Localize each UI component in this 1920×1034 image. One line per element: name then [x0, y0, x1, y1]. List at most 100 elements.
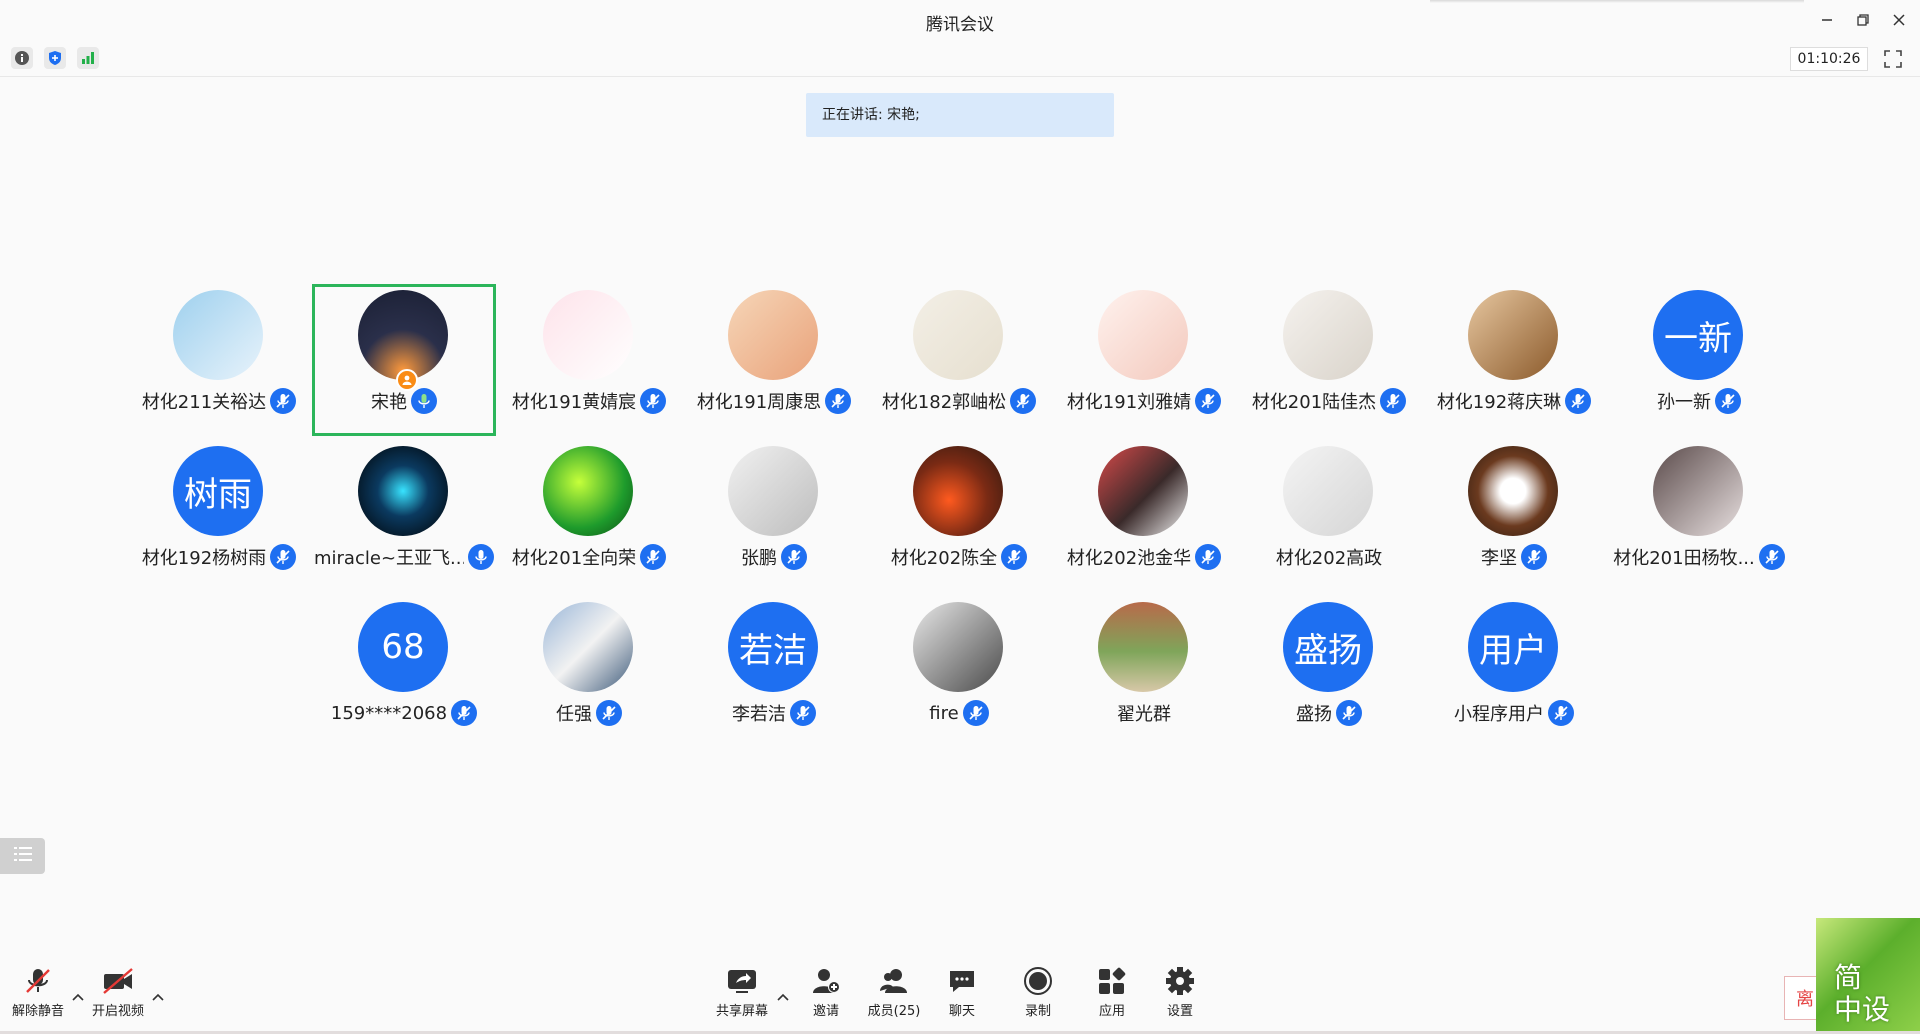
- participant-name-row: 小程序用户: [1422, 700, 1606, 726]
- apps-icon: [1095, 964, 1129, 998]
- speaking-banner: 正在讲话: 宋艳;: [806, 93, 1114, 137]
- participant-name: 小程序用户: [1454, 704, 1544, 725]
- participant-name: 材化201全向荣: [511, 548, 637, 569]
- participant-name-row: 材化202陈全: [867, 544, 1051, 570]
- mic-muted-icon: [1565, 388, 1592, 414]
- participant-tile[interactable]: 材化202陈全: [867, 440, 1051, 592]
- participant-tile[interactable]: 翟光群: [1052, 596, 1236, 748]
- participant-tile[interactable]: 树雨 材化192杨树雨: [127, 440, 311, 592]
- restore-icon[interactable]: [1848, 8, 1878, 32]
- start-video-button[interactable]: 开启视频: [90, 964, 146, 1019]
- minimize-icon[interactable]: [1812, 8, 1842, 32]
- participant-name: 材化211关裕达: [141, 392, 267, 413]
- participant-tile[interactable]: 用户 小程序用户: [1422, 596, 1606, 748]
- participant-name: 材化191黄婧宸: [511, 392, 637, 413]
- participant-tile[interactable]: miracle~王亚飞...: [312, 440, 496, 592]
- members-label: 成员(25): [867, 1004, 921, 1019]
- participant-tile[interactable]: 张鹏: [682, 440, 866, 592]
- chat-label: 聊天: [948, 1004, 975, 1019]
- share-screen-label: 共享屏幕: [715, 1004, 768, 1019]
- participant-name-row: 材化202高政: [1237, 544, 1421, 570]
- avatar-initials: 一新: [1664, 318, 1732, 359]
- participant-name-row: 159****2068: [312, 700, 496, 726]
- participant-name: 任强: [556, 704, 592, 725]
- participant-tile[interactable]: 材化202高政: [1237, 440, 1421, 592]
- participant-tile[interactable]: 材化192蒋庆琳: [1422, 284, 1606, 436]
- mic-muted-icon: [825, 388, 852, 414]
- gear-icon: [1163, 964, 1197, 998]
- participant-name-row: 盛扬: [1237, 700, 1421, 726]
- mic-muted-icon: [640, 544, 667, 570]
- participant-tile[interactable]: 68 159****2068: [312, 596, 496, 748]
- mic-off-icon: [21, 964, 55, 998]
- avatar: [913, 446, 1003, 536]
- invite-button[interactable]: 邀请: [806, 964, 846, 1019]
- participant-name: fire: [929, 702, 959, 724]
- participant-tile[interactable]: 一新孙一新: [1607, 284, 1791, 436]
- fullscreen-icon[interactable]: [1882, 48, 1904, 70]
- participant-tile[interactable]: 材化201全向荣: [497, 440, 681, 592]
- avatar-initials: 若洁: [739, 630, 807, 671]
- participant-name-row: 材化201陆佳杰: [1237, 388, 1421, 414]
- participant-tile[interactable]: 任强: [497, 596, 681, 748]
- apps-button[interactable]: 应用: [1092, 964, 1132, 1019]
- participant-tile[interactable]: 材化201田杨牧...: [1607, 440, 1791, 592]
- settings-button[interactable]: 设置: [1160, 964, 1200, 1019]
- participant-name: 材化202高政: [1275, 548, 1383, 569]
- shield-icon[interactable]: [44, 47, 66, 69]
- participant-tile[interactable]: 材化202池金华: [1052, 440, 1236, 592]
- participant-name-row: 任强: [497, 700, 681, 726]
- participant-list-toggle[interactable]: [0, 838, 45, 874]
- mic-muted-icon: [1336, 700, 1362, 726]
- mic-muted-icon: [596, 700, 622, 726]
- audio-options-chevron-up-icon[interactable]: [71, 990, 85, 1004]
- participant-tile[interactable]: 材化191周康思: [682, 284, 866, 436]
- participant-name: 材化192杨树雨: [141, 548, 267, 569]
- record-button[interactable]: 录制: [1018, 964, 1058, 1019]
- avatar-initials: 盛扬: [1294, 630, 1362, 671]
- window-shadow: [1430, 0, 1804, 3]
- close-icon[interactable]: [1884, 8, 1914, 32]
- mic-muted-icon: [1548, 700, 1574, 726]
- participant-tile[interactable]: 材化211关裕达: [127, 284, 311, 436]
- participant-name-row: 材化201田杨牧...: [1607, 544, 1791, 570]
- participant-tile[interactable]: 材化182郭岫松: [867, 284, 1051, 436]
- add-user-icon: [809, 964, 843, 998]
- participant-tile[interactable]: 若洁 李若洁: [682, 596, 866, 748]
- participant-name-row: 材化182郭岫松: [867, 388, 1051, 414]
- participant-tile[interactable]: fire: [867, 596, 1051, 748]
- participant-tile[interactable]: 盛扬 盛扬: [1237, 596, 1421, 748]
- participant-name-row: 材化192蒋庆琳: [1422, 388, 1606, 414]
- participant-tile[interactable]: 宋艳: [312, 284, 496, 436]
- mic-muted-icon: [1001, 544, 1028, 570]
- apps-label: 应用: [1098, 1004, 1125, 1019]
- members-button[interactable]: 成员(25): [864, 964, 924, 1019]
- participant-tile[interactable]: 李坚: [1422, 440, 1606, 592]
- participant-name: 李坚: [1481, 548, 1517, 569]
- share-options-chevron-up-icon[interactable]: [776, 990, 790, 1004]
- participant-name-row: 李若洁: [682, 700, 866, 726]
- mic-muted-icon: [781, 544, 807, 570]
- participant-name: 孙一新: [1657, 392, 1711, 413]
- mic-muted-icon: [962, 700, 989, 726]
- participant-tile[interactable]: 材化201陆佳杰: [1237, 284, 1421, 436]
- participant-name-row: 材化201全向荣: [497, 544, 681, 570]
- share-screen-button[interactable]: 共享屏幕: [712, 964, 772, 1019]
- unmute-button[interactable]: 解除静音: [10, 964, 66, 1019]
- mic-muted-icon: [790, 700, 816, 726]
- overlay-watermark-logo: 简 中设: [1816, 918, 1920, 1034]
- signal-icon[interactable]: [77, 47, 99, 69]
- participant-name: miracle~王亚飞...: [314, 548, 464, 569]
- window-title: 腾讯会议: [926, 15, 994, 35]
- start-video-label: 开启视频: [91, 1004, 144, 1019]
- chat-button[interactable]: 聊天: [942, 964, 982, 1019]
- info-icon[interactable]: [11, 47, 33, 69]
- participant-name: 材化182郭岫松: [881, 392, 1007, 413]
- unmute-label: 解除静音: [11, 1004, 64, 1019]
- avatar: [1468, 290, 1558, 380]
- participant-tile[interactable]: 材化191刘雅婧: [1052, 284, 1236, 436]
- avatar: [543, 290, 633, 380]
- video-options-chevron-up-icon[interactable]: [151, 990, 165, 1004]
- avatar: [913, 602, 1003, 692]
- participant-tile[interactable]: 材化191黄婧宸: [497, 284, 681, 436]
